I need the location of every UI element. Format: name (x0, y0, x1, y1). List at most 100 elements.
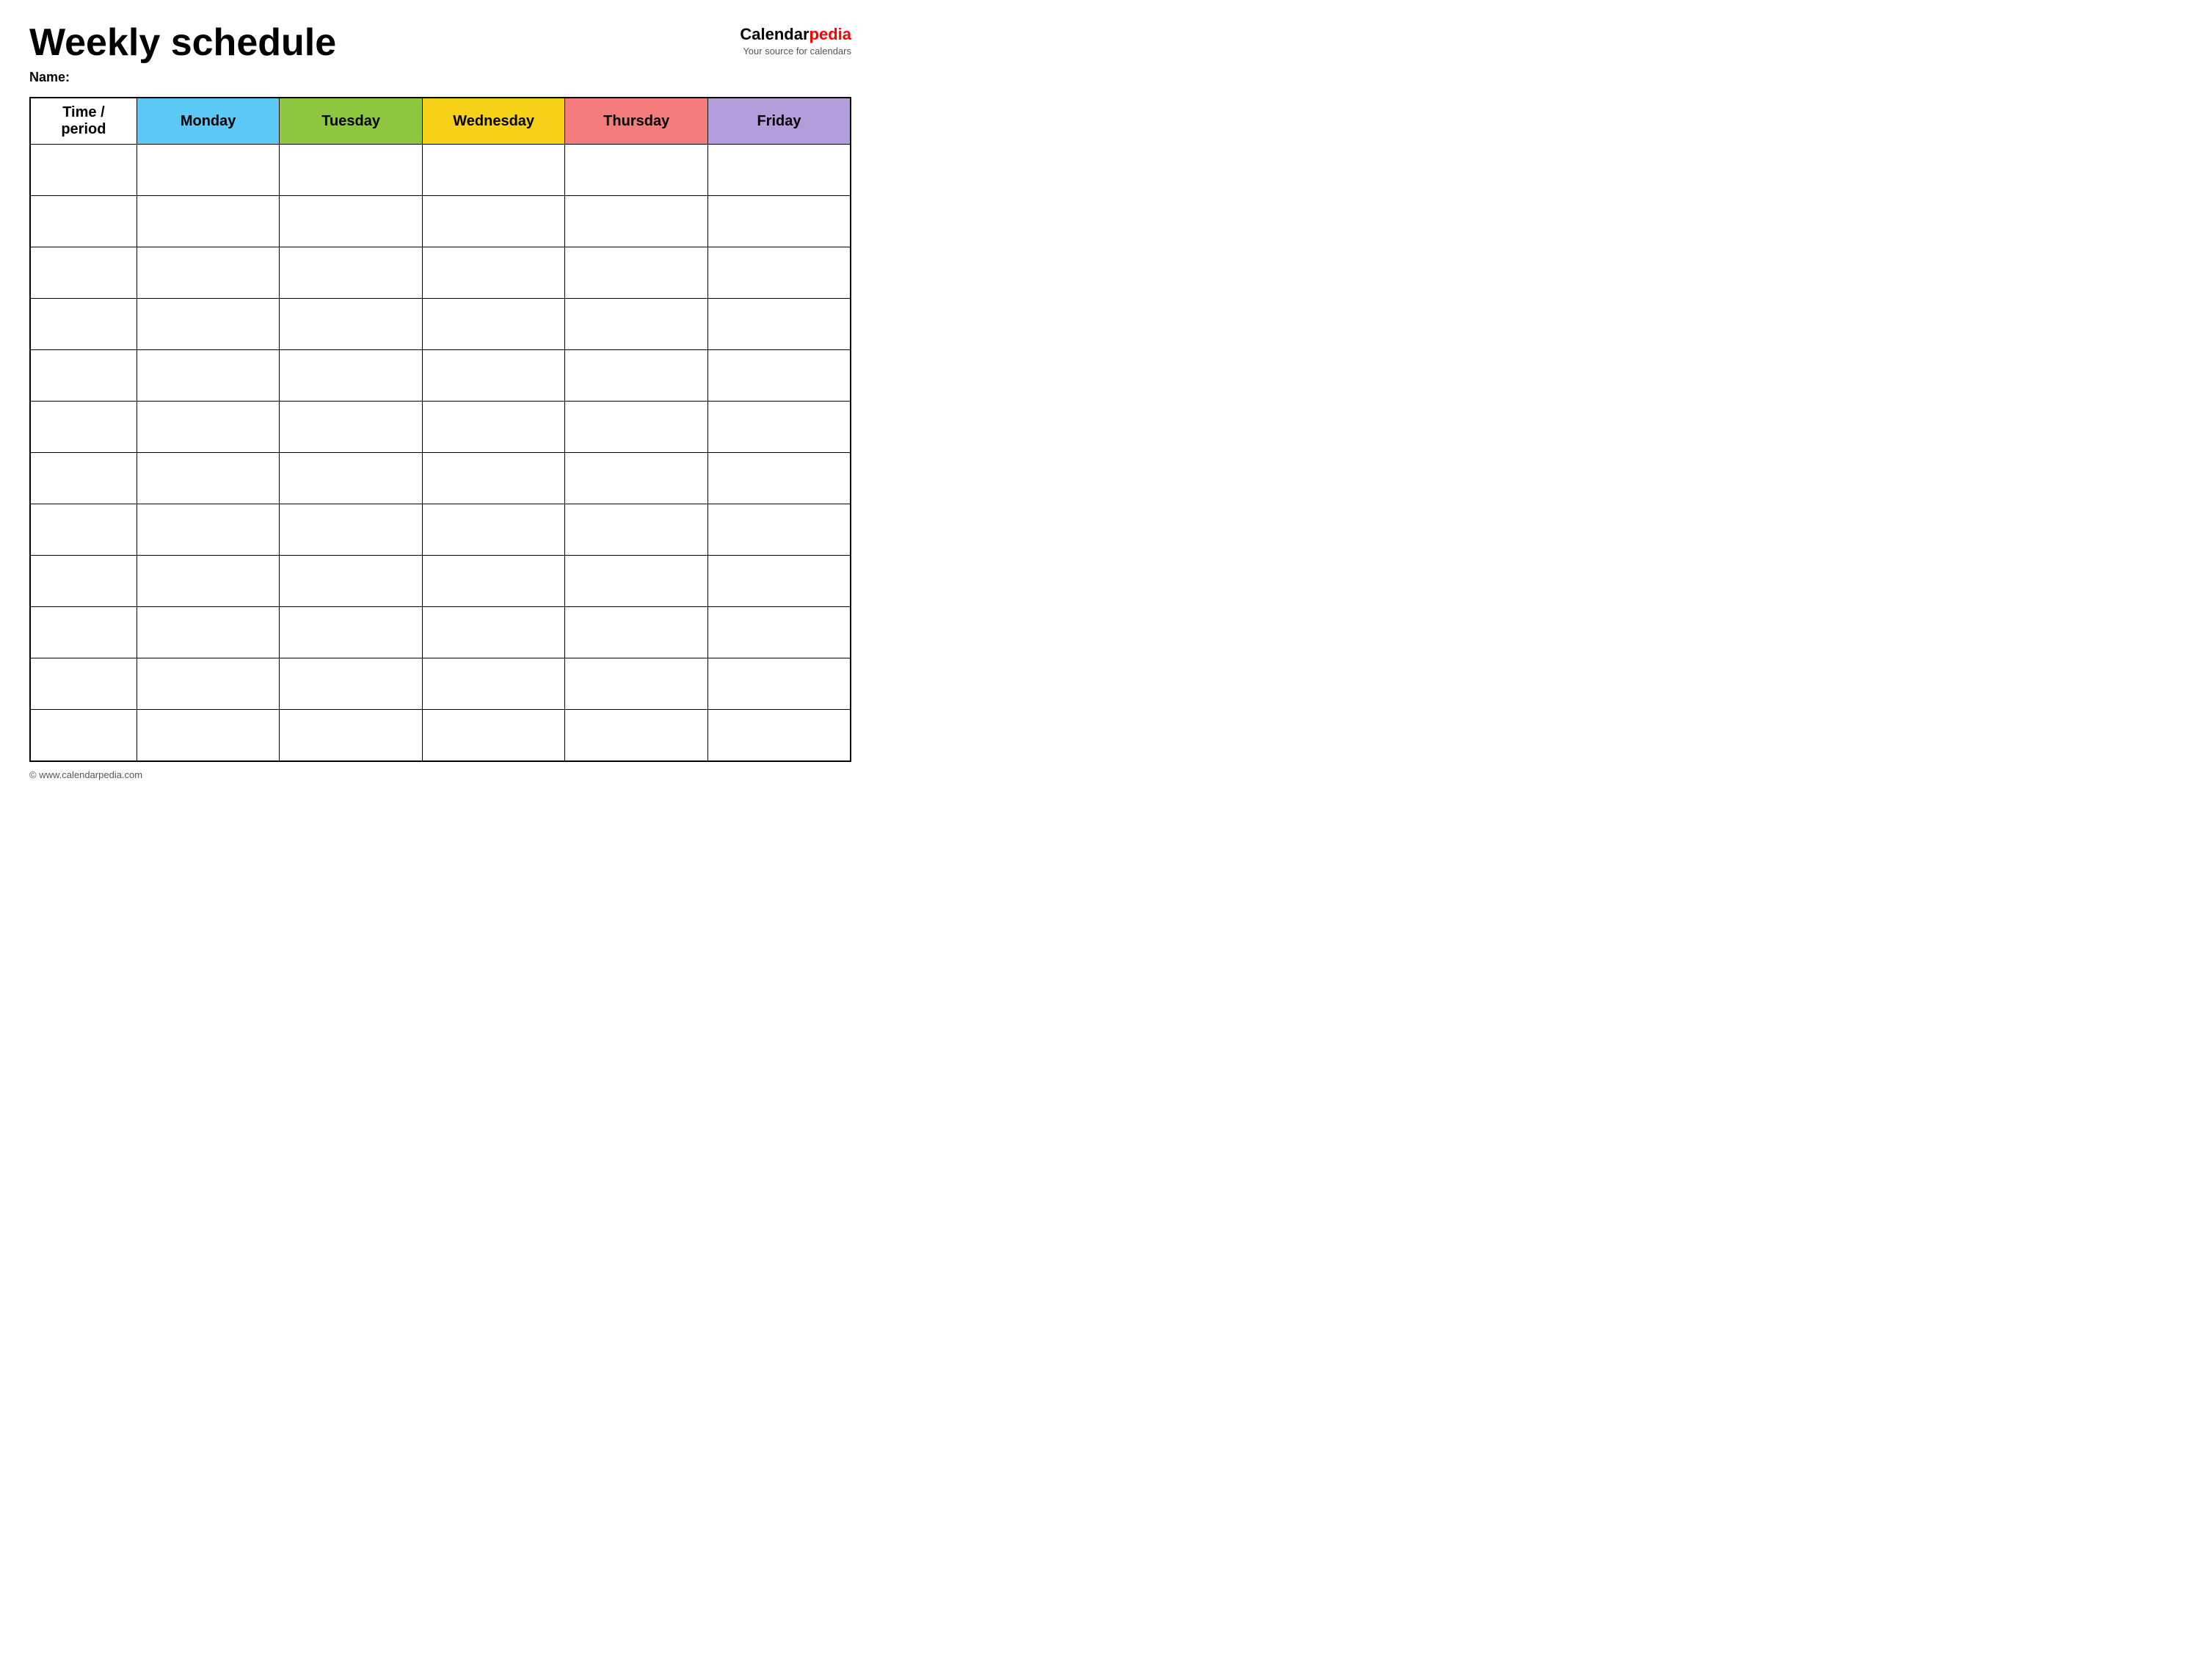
cell-row3-col2[interactable] (137, 247, 280, 299)
table-row (30, 247, 851, 299)
cell-row6-col3[interactable] (280, 402, 423, 453)
cell-row12-col4[interactable] (422, 710, 565, 761)
cell-row3-col1[interactable] (30, 247, 137, 299)
col-header-friday: Friday (707, 98, 851, 145)
table-header-row: Time / period Monday Tuesday Wednesday T… (30, 98, 851, 145)
cell-row4-col1[interactable] (30, 299, 137, 350)
cell-row12-col2[interactable] (137, 710, 280, 761)
cell-row2-col5[interactable] (565, 196, 708, 247)
footer: © www.calendarpedia.com (29, 769, 851, 780)
cell-row11-col2[interactable] (137, 658, 280, 710)
cell-row11-col6[interactable] (707, 658, 851, 710)
cell-row10-col4[interactable] (422, 607, 565, 658)
footer-text: © www.calendarpedia.com (29, 769, 142, 780)
cell-row3-col3[interactable] (280, 247, 423, 299)
table-row (30, 556, 851, 607)
name-label: Name: (29, 70, 851, 85)
cell-row5-col4[interactable] (422, 350, 565, 402)
cell-row7-col4[interactable] (422, 453, 565, 504)
logo-text: Calendarpedia (740, 25, 851, 44)
cell-row4-col2[interactable] (137, 299, 280, 350)
table-row (30, 710, 851, 761)
cell-row8-col4[interactable] (422, 504, 565, 556)
page-title: Weekly schedule (29, 22, 336, 64)
cell-row9-col6[interactable] (707, 556, 851, 607)
table-row (30, 453, 851, 504)
cell-row9-col5[interactable] (565, 556, 708, 607)
cell-row1-col3[interactable] (280, 145, 423, 196)
col-header-thursday: Thursday (565, 98, 708, 145)
cell-row11-col3[interactable] (280, 658, 423, 710)
cell-row5-col5[interactable] (565, 350, 708, 402)
cell-row6-col2[interactable] (137, 402, 280, 453)
cell-row1-col1[interactable] (30, 145, 137, 196)
cell-row2-col6[interactable] (707, 196, 851, 247)
cell-row10-col5[interactable] (565, 607, 708, 658)
logo-pedia: pedia (810, 25, 851, 43)
table-row (30, 299, 851, 350)
table-row (30, 504, 851, 556)
cell-row1-col6[interactable] (707, 145, 851, 196)
cell-row8-col5[interactable] (565, 504, 708, 556)
cell-row6-col1[interactable] (30, 402, 137, 453)
cell-row12-col6[interactable] (707, 710, 851, 761)
cell-row10-col2[interactable] (137, 607, 280, 658)
col-header-wednesday: Wednesday (422, 98, 565, 145)
cell-row8-col1[interactable] (30, 504, 137, 556)
cell-row10-col1[interactable] (30, 607, 137, 658)
cell-row4-col6[interactable] (707, 299, 851, 350)
cell-row3-col6[interactable] (707, 247, 851, 299)
table-row (30, 607, 851, 658)
cell-row12-col3[interactable] (280, 710, 423, 761)
cell-row4-col5[interactable] (565, 299, 708, 350)
cell-row2-col4[interactable] (422, 196, 565, 247)
cell-row6-col4[interactable] (422, 402, 565, 453)
cell-row12-col5[interactable] (565, 710, 708, 761)
cell-row4-col3[interactable] (280, 299, 423, 350)
table-row (30, 402, 851, 453)
cell-row7-col5[interactable] (565, 453, 708, 504)
cell-row11-col4[interactable] (422, 658, 565, 710)
cell-row9-col1[interactable] (30, 556, 137, 607)
cell-row10-col3[interactable] (280, 607, 423, 658)
cell-row2-col2[interactable] (137, 196, 280, 247)
cell-row7-col1[interactable] (30, 453, 137, 504)
table-row (30, 145, 851, 196)
cell-row2-col1[interactable] (30, 196, 137, 247)
cell-row6-col5[interactable] (565, 402, 708, 453)
table-row (30, 658, 851, 710)
cell-row7-col2[interactable] (137, 453, 280, 504)
schedule-table: Time / period Monday Tuesday Wednesday T… (29, 97, 851, 762)
logo-subtitle: Your source for calendars (740, 46, 851, 57)
cell-row8-col3[interactable] (280, 504, 423, 556)
cell-row9-col4[interactable] (422, 556, 565, 607)
cell-row9-col3[interactable] (280, 556, 423, 607)
cell-row11-col5[interactable] (565, 658, 708, 710)
cell-row7-col3[interactable] (280, 453, 423, 504)
cell-row10-col6[interactable] (707, 607, 851, 658)
cell-row1-col4[interactable] (422, 145, 565, 196)
cell-row5-col2[interactable] (137, 350, 280, 402)
cell-row5-col3[interactable] (280, 350, 423, 402)
col-header-time: Time / period (30, 98, 137, 145)
cell-row11-col1[interactable] (30, 658, 137, 710)
cell-row12-col1[interactable] (30, 710, 137, 761)
table-row (30, 196, 851, 247)
table-row (30, 350, 851, 402)
cell-row8-col6[interactable] (707, 504, 851, 556)
cell-row4-col4[interactable] (422, 299, 565, 350)
col-header-tuesday: Tuesday (280, 98, 423, 145)
cell-row9-col2[interactable] (137, 556, 280, 607)
cell-row3-col5[interactable] (565, 247, 708, 299)
cell-row7-col6[interactable] (707, 453, 851, 504)
cell-row6-col6[interactable] (707, 402, 851, 453)
logo-container: Calendarpedia Your source for calendars (740, 22, 851, 57)
cell-row8-col2[interactable] (137, 504, 280, 556)
cell-row1-col5[interactable] (565, 145, 708, 196)
cell-row3-col4[interactable] (422, 247, 565, 299)
cell-row5-col1[interactable] (30, 350, 137, 402)
page-header: Weekly schedule Calendarpedia Your sourc… (29, 22, 851, 64)
cell-row5-col6[interactable] (707, 350, 851, 402)
cell-row2-col3[interactable] (280, 196, 423, 247)
cell-row1-col2[interactable] (137, 145, 280, 196)
